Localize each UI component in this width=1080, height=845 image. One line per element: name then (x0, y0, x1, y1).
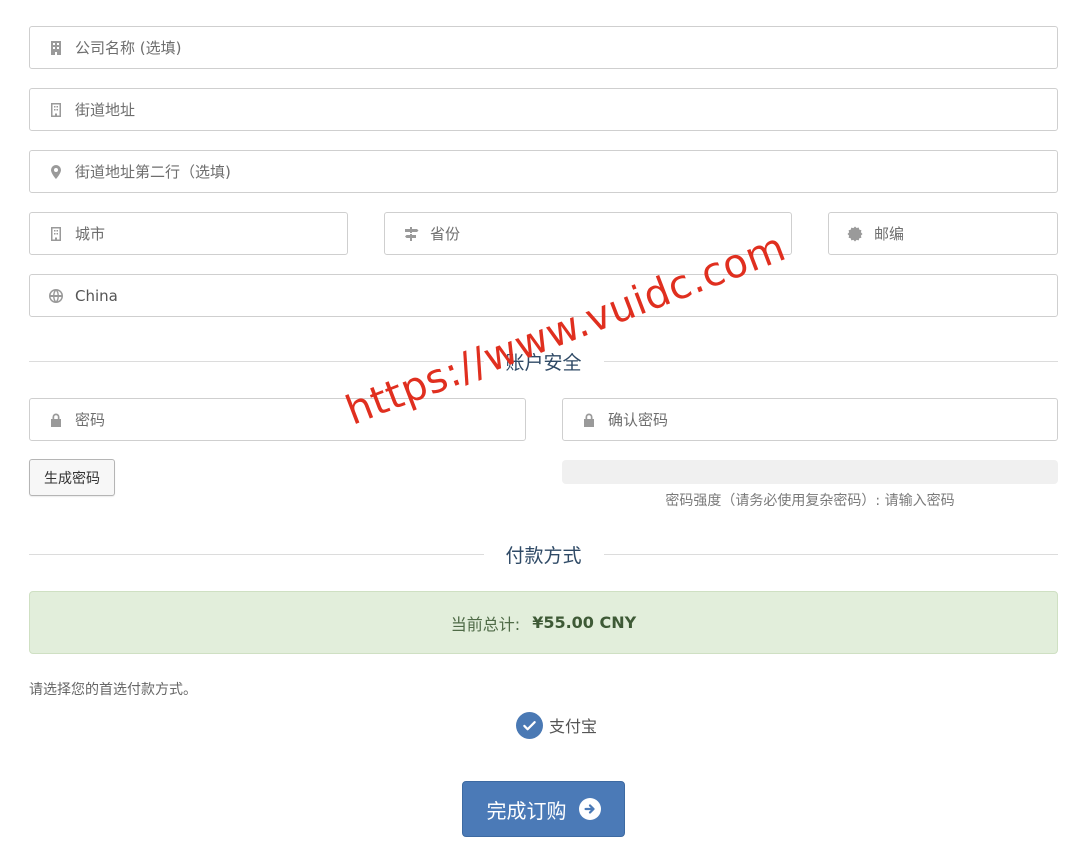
divider (603, 553, 1059, 555)
generate-password-button[interactable]: 生成密码 (29, 459, 115, 496)
account-security-title: 账户安全 (505, 351, 582, 374)
certificate-icon (846, 225, 864, 243)
company-field[interactable] (29, 26, 1058, 69)
street-input[interactable] (75, 89, 1057, 130)
city-input[interactable] (75, 213, 347, 254)
payment-hint: 请选择您的首选付款方式。 (29, 682, 197, 698)
state-input[interactable] (430, 213, 791, 254)
order-total-box: 当前总计: ¥55.00 CNY (29, 591, 1058, 654)
payment-method-title: 付款方式 (505, 544, 582, 567)
building-outline-icon (47, 225, 65, 243)
country-field[interactable] (29, 274, 1058, 317)
lock-icon (580, 411, 598, 429)
arrow-circle-right-icon (578, 798, 601, 820)
country-input[interactable] (75, 275, 1057, 316)
lock-icon (47, 411, 65, 429)
complete-order-label: 完成订购 (486, 798, 567, 823)
divider (603, 360, 1059, 362)
payment-option-label: 支付宝 (549, 717, 598, 736)
map-marker-icon (47, 163, 65, 181)
street-field[interactable] (29, 88, 1058, 131)
total-amount: ¥55.00 CNY (532, 613, 637, 632)
building-outline-icon (47, 101, 65, 119)
state-field[interactable] (384, 212, 792, 255)
password-strength-bar (562, 460, 1058, 484)
total-label: 当前总计: (450, 614, 521, 634)
account-security-heading: 账户安全 (29, 349, 1059, 374)
confirm-password-field[interactable] (562, 398, 1058, 441)
city-field[interactable] (29, 212, 348, 255)
password-input[interactable] (75, 399, 525, 440)
signpost-icon (402, 225, 420, 243)
company-input[interactable] (75, 27, 1057, 68)
payment-method-heading: 付款方式 (29, 542, 1059, 567)
complete-order-button[interactable]: 完成订购 (462, 781, 625, 837)
divider (29, 360, 484, 362)
payment-option-alipay[interactable]: 支付宝 (516, 711, 597, 739)
password-field[interactable] (29, 398, 526, 441)
street2-field[interactable] (29, 150, 1058, 193)
street2-input[interactable] (75, 151, 1057, 192)
postcode-field[interactable] (828, 212, 1068, 255)
confirm-password-input[interactable] (608, 399, 1057, 440)
password-strength-text: 密码强度（请务必使用复杂密码）: 请输入密码 (665, 493, 955, 509)
globe-icon (47, 287, 65, 305)
postcode-input[interactable] (874, 213, 1068, 254)
building-icon (47, 39, 65, 57)
check-circle-icon[interactable] (516, 711, 543, 739)
divider (29, 553, 484, 555)
